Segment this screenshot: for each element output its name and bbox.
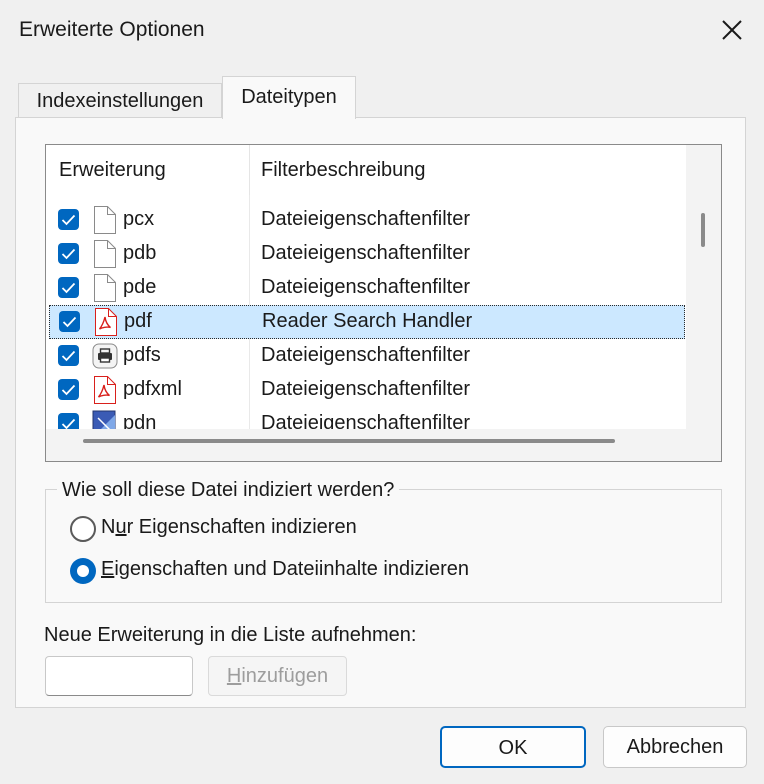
row-checkbox[interactable] <box>58 243 79 264</box>
row-extension: pdfxml <box>123 378 182 400</box>
dialog-title: Erweiterte Optionen <box>19 18 205 41</box>
generic-file-icon <box>92 274 116 302</box>
row-extension: pde <box>123 276 157 298</box>
printer-file-icon <box>92 342 118 370</box>
list-item[interactable]: pdfs Dateieigenschaftenfilter <box>46 339 686 371</box>
list-item[interactable]: pcx Dateieigenschaftenfilter <box>46 203 686 235</box>
new-extension-input[interactable] <box>45 656 193 696</box>
row-description: Dateieigenschaftenfilter <box>261 412 471 429</box>
generic-file-icon <box>92 240 116 268</box>
list-item[interactable]: pdfxml Dateieigenschaftenfilter <box>46 373 686 405</box>
index-mode-legend: Wie soll diese Datei indiziert werden? <box>57 479 400 502</box>
radio-properties-only-label[interactable]: Nur Eigenschaften indizieren <box>101 516 357 539</box>
row-extension: pcx <box>123 208 155 230</box>
list-rows: pcx Dateieigenschaftenfilter pdb Dateiei… <box>46 145 686 429</box>
pdf-file-icon <box>93 308 117 336</box>
row-extension: pdfs <box>123 344 161 366</box>
row-description: Reader Search Handler <box>262 310 473 332</box>
radio-properties-and-content-label[interactable]: Eigenschaften und Dateiinhalte indiziere… <box>101 558 469 581</box>
row-checkbox[interactable] <box>58 209 79 230</box>
index-mode-group <box>45 489 722 603</box>
vertical-scrollbar-thumb[interactable] <box>701 213 705 247</box>
list-item[interactable]: pdn Dateieigenschaftenfilter <box>46 407 686 429</box>
tab-dateitypen[interactable]: Dateitypen <box>222 76 356 119</box>
row-description: Dateieigenschaftenfilter <box>261 276 471 298</box>
row-checkbox[interactable] <box>59 311 80 332</box>
row-checkbox[interactable] <box>58 413 79 429</box>
row-checkbox[interactable] <box>58 379 79 400</box>
row-description: Dateieigenschaftenfilter <box>261 344 471 366</box>
close-icon[interactable] <box>716 14 748 46</box>
advanced-options-dialog: Erweiterte Optionen Indexeinstellungen D… <box>0 0 764 784</box>
ok-button[interactable]: OK <box>440 726 586 768</box>
pdf-file-icon <box>92 376 116 404</box>
file-types-list[interactable]: Erweiterung Filterbeschreibung pcx Datei… <box>45 144 722 462</box>
row-description: Dateieigenschaftenfilter <box>261 378 471 400</box>
list-item[interactable]: pdb Dateieigenschaftenfilter <box>46 237 686 269</box>
horizontal-scrollbar-thumb[interactable] <box>83 439 615 443</box>
vertical-scrollbar[interactable] <box>686 145 721 429</box>
image-file-icon <box>92 410 116 429</box>
cancel-button[interactable]: Abbrechen <box>603 726 747 768</box>
list-item-selected[interactable]: pdf Reader Search Handler <box>49 305 685 339</box>
radio-properties-only[interactable] <box>70 516 96 542</box>
generic-file-icon <box>92 206 116 234</box>
row-extension: pdf <box>124 310 152 332</box>
row-description: Dateieigenschaftenfilter <box>261 208 471 230</box>
row-extension: pdn <box>123 412 157 429</box>
new-extension-label: Neue Erweiterung in die Liste aufnehmen: <box>44 624 417 646</box>
add-button[interactable]: Hinzufügen <box>208 656 347 696</box>
list-item[interactable]: pde Dateieigenschaftenfilter <box>46 271 686 303</box>
row-checkbox[interactable] <box>58 277 79 298</box>
row-extension: pdb <box>123 242 157 264</box>
radio-properties-and-content[interactable] <box>70 558 96 584</box>
tab-indexeinstellungen[interactable]: Indexeinstellungen <box>18 83 222 118</box>
horizontal-scrollbar[interactable] <box>46 429 721 461</box>
row-description: Dateieigenschaftenfilter <box>261 242 471 264</box>
row-checkbox[interactable] <box>58 345 79 366</box>
